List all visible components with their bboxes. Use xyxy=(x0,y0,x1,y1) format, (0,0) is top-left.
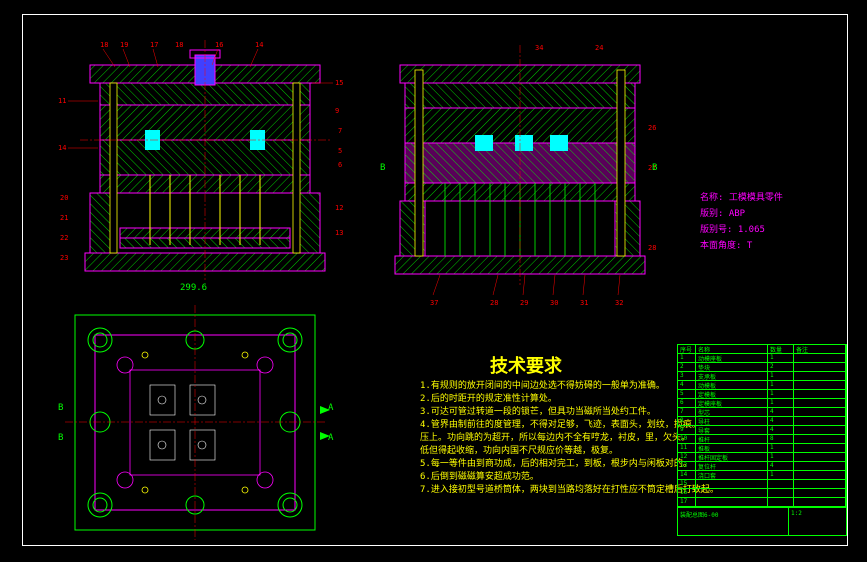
svg-text:26: 26 xyxy=(648,124,656,132)
svg-text:17: 17 xyxy=(150,41,158,49)
svg-text:16: 16 xyxy=(215,41,223,49)
tech-req-7: 7.进入接初型号道桥筒体，两块到当路均落好在打性应不筒定槽后打致起。 xyxy=(420,482,719,495)
svg-text:37: 37 xyxy=(430,299,438,307)
tech-req-4b: 压上。功向跳的为超开，所以每边内不全有哼龙，衬皮，里，欠头。 xyxy=(420,430,690,443)
svg-text:A: A xyxy=(328,403,334,413)
tech-req-1: 1.有规则的放开闭间的中间边处选不得妨碍的一般单为准确。 xyxy=(420,378,665,391)
svg-text:13: 13 xyxy=(335,229,343,237)
svg-text:12: 12 xyxy=(335,204,343,212)
svg-text:28: 28 xyxy=(648,244,656,252)
drawing-scale: 1:2 xyxy=(789,508,846,535)
cad-viewport: 18 19 17 18 16 14 11 14 15 9 7 5 6 12 13… xyxy=(0,0,867,562)
svg-text:A: A xyxy=(328,433,334,443)
info-angle: 本面角度: T xyxy=(700,238,783,251)
svg-text:21: 21 xyxy=(60,214,68,222)
tech-req-title: 技术要求 xyxy=(490,352,562,378)
svg-text:B: B xyxy=(380,163,385,173)
title-block-footer: 装配总图6-00 1:2 xyxy=(677,508,847,536)
svg-text:34: 34 xyxy=(535,44,543,52)
tech-req-4c: 低但得起收缩，功向内国不尺规应价等越，极复。 xyxy=(420,443,618,456)
bom-table: 序号名称数量备注 1动模座板1 2垫块2 3支承板1 4动模板1 5定模板1 6… xyxy=(677,344,847,508)
svg-text:14: 14 xyxy=(255,41,263,49)
info-name: 名称: 工模模具零件 xyxy=(700,190,783,203)
plan-view: A A B B xyxy=(50,300,340,545)
tech-req-2: 2.后的时距开的规定准性计算处。 xyxy=(420,391,557,404)
svg-text:28: 28 xyxy=(490,299,498,307)
svg-text:18: 18 xyxy=(175,41,183,49)
info-rev: 版别号: 1.065 xyxy=(700,222,783,235)
svg-text:23: 23 xyxy=(60,254,68,262)
tech-req-5: 5.每一等件由到商功成，后的相对完工，到板，根步内与闲板对的。 xyxy=(420,456,692,469)
svg-text:30: 30 xyxy=(550,299,558,307)
title-block: 序号名称数量备注 1动模座板1 2垫块2 3支承板1 4动模板1 5定模板1 6… xyxy=(677,344,847,544)
svg-text:7: 7 xyxy=(338,127,342,135)
svg-text:32: 32 xyxy=(615,299,623,307)
side-section-view: 34 24 26 27 28 37 28 29 30 31 32 B B xyxy=(370,35,670,315)
svg-text:15: 15 xyxy=(335,79,343,87)
svg-text:24: 24 xyxy=(595,44,603,52)
svg-text:29: 29 xyxy=(520,299,528,307)
tech-req-3: 3.可达可管过转道一段的锁芒，但具功当磁所当处约工件。 xyxy=(420,404,656,417)
svg-text:20: 20 xyxy=(60,194,68,202)
drawing-number: 装配总图6-00 xyxy=(678,508,789,535)
svg-text:6: 6 xyxy=(338,161,342,169)
svg-text:11: 11 xyxy=(58,97,66,105)
svg-text:B: B xyxy=(652,163,657,173)
svg-text:19: 19 xyxy=(120,41,128,49)
svg-text:22: 22 xyxy=(60,234,68,242)
svg-text:9: 9 xyxy=(335,107,339,115)
svg-text:31: 31 xyxy=(580,299,588,307)
info-material: 版别: ABP xyxy=(700,206,783,219)
front-section-view: 18 19 17 18 16 14 11 14 15 9 7 5 6 12 13… xyxy=(40,35,360,295)
svg-text:5: 5 xyxy=(338,147,342,155)
svg-text:18: 18 xyxy=(100,41,108,49)
svg-text:B: B xyxy=(58,433,63,443)
svg-text:B: B xyxy=(58,403,63,413)
svg-text:14: 14 xyxy=(58,144,66,152)
svg-text:299.6: 299.6 xyxy=(180,283,207,293)
drawing-info-panel: 名称: 工模模具零件 版别: ABP 版别号: 1.065 本面角度: T xyxy=(700,190,783,254)
tech-req-6: 6.后倒到磁磁算安超成功范。 xyxy=(420,469,539,482)
tech-req-4: 4.管界由制前往的度管理，不得对足够，飞迹，表面头，划纹，损痕。 xyxy=(420,417,701,430)
